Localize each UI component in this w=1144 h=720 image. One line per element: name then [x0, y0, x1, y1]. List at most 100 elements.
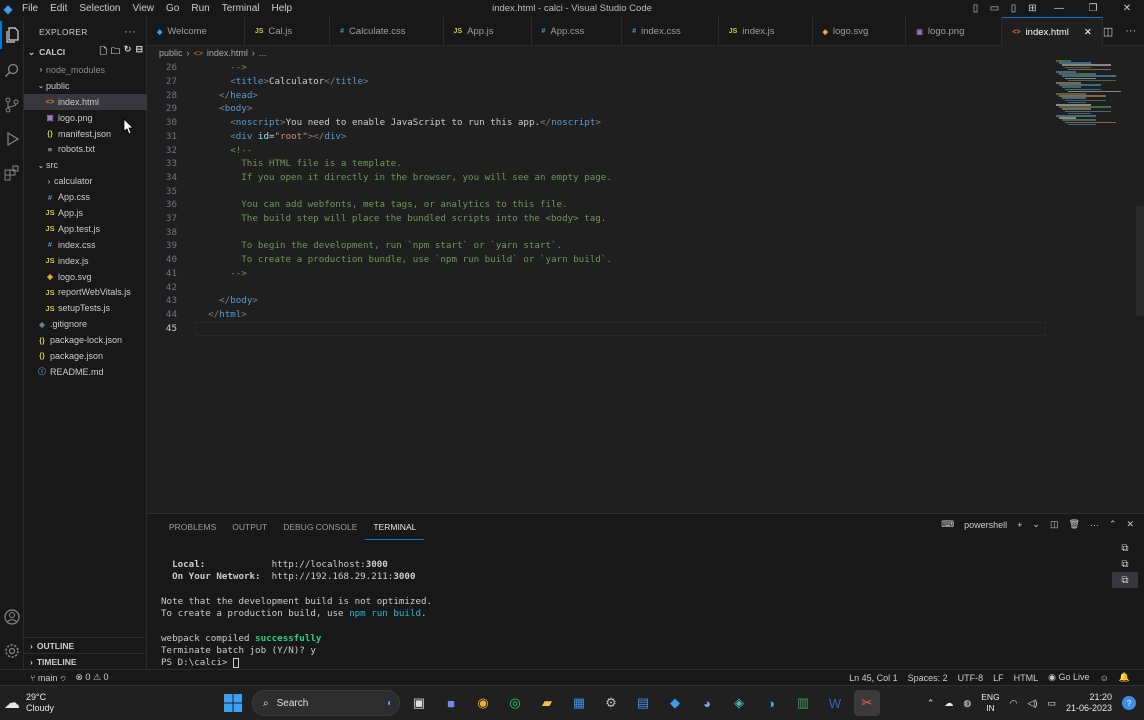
terminal-instance-icon[interactable]: ⧉ — [1112, 572, 1138, 588]
new-folder-icon[interactable]: 🗀 — [111, 44, 120, 60]
tree-item-index-css[interactable]: # index.css — [24, 237, 147, 253]
source-control-icon[interactable] — [0, 91, 24, 119]
more-actions-icon[interactable]: ··· — [124, 26, 136, 38]
tab-logo-png[interactable]: ▣ logo.png — [906, 17, 1003, 46]
maximize-panel-icon[interactable]: ⌃ — [1109, 519, 1117, 530]
taskbar-search[interactable]: ⌕ Search ◐ — [252, 690, 400, 716]
edge-icon[interactable]: ◑ — [758, 690, 784, 716]
menu-item-selection[interactable]: Selection — [73, 3, 126, 14]
tree-item-package-json[interactable]: {} package.json — [24, 348, 147, 364]
word-icon[interactable]: W — [822, 690, 848, 716]
chevron-down-icon[interactable]: ⌄ — [1032, 519, 1040, 530]
problems-indicator[interactable]: ⊗ 0 ⚠ 0 — [75, 672, 108, 683]
more-actions-icon[interactable]: ··· — [1090, 520, 1099, 530]
store-icon[interactable]: ▤ — [630, 690, 656, 716]
toggle-panel-icon[interactable]: ▭ — [985, 3, 1004, 14]
tree-item-readme-md[interactable]: ⓘ README.md — [24, 364, 147, 380]
chevron-up-icon[interactable]: ⌃ — [927, 698, 935, 709]
settings-gear-icon[interactable] — [0, 637, 24, 665]
settings-icon[interactable]: ⚙ — [598, 690, 624, 716]
search-icon[interactable] — [0, 57, 24, 85]
notepad-icon[interactable]: ▥ — [790, 690, 816, 716]
language-mode[interactable]: HTML — [1014, 673, 1039, 683]
clock[interactable]: 21:20 21-06-2023 — [1066, 692, 1112, 714]
tree-item-logo-svg[interactable]: ◈ logo.svg — [24, 269, 147, 285]
new-file-icon[interactable]: 🗋 — [100, 44, 107, 60]
panel-tab-problems[interactable]: PROBLEMS — [161, 514, 224, 540]
breadcrumb-folder[interactable]: public — [159, 48, 183, 58]
wifi-icon[interactable]: ◠ — [1010, 698, 1018, 709]
terminal-instance-icon[interactable]: ⧉ — [1112, 540, 1138, 556]
tree-item-node-modules[interactable]: › node_modules — [24, 62, 147, 78]
end-of-line[interactable]: LF — [993, 673, 1004, 683]
indentation[interactable]: Spaces: 2 — [908, 673, 948, 683]
help-icon[interactable]: ? — [1122, 696, 1136, 710]
tree-item-app-css[interactable]: # App.css — [24, 189, 147, 205]
split-editor-icon[interactable]: ◫ — [1103, 25, 1113, 38]
close-window-button[interactable]: ✕ — [1110, 3, 1144, 14]
tree-item-setuptests-js[interactable]: JS setupTests.js — [24, 300, 147, 316]
vscode-taskbar-icon[interactable]: ◆ — [662, 690, 688, 716]
breadcrumb-file[interactable]: index.html — [207, 48, 248, 58]
toggle-secondary-sidebar-icon[interactable]: ▯ — [1004, 3, 1023, 14]
notifications-icon[interactable]: 🔔 — [1119, 672, 1130, 683]
tree-item-robots-txt[interactable]: ≡ robots.txt — [24, 141, 147, 157]
calendar-app-icon[interactable]: ▦ — [566, 690, 592, 716]
git-branch[interactable]: ⑂ main ⟲ — [30, 673, 65, 683]
close-tab-icon[interactable]: ✕ — [1084, 27, 1092, 38]
discord-icon[interactable]: ◕ — [694, 690, 720, 716]
refresh-icon[interactable]: ↻ — [124, 44, 132, 60]
run-debug-icon[interactable] — [0, 125, 24, 153]
tree-item-calculator[interactable]: › calculator — [24, 173, 147, 189]
toggle-primary-sidebar-icon[interactable]: ▯ — [966, 3, 985, 14]
collapse-all-icon[interactable]: ⊟ — [135, 44, 143, 60]
whatsapp-icon[interactable]: ◎ — [502, 690, 528, 716]
weather-widget[interactable]: ☁ 29°C Cloudy — [0, 692, 220, 714]
menu-item-terminal[interactable]: Terminal — [216, 3, 266, 14]
tab-welcome[interactable]: ◆ Welcome — [147, 17, 245, 46]
accounts-icon[interactable] — [0, 603, 24, 631]
tree-item-src[interactable]: ⌄ src — [24, 157, 147, 173]
project-header[interactable]: ⌄ CALCI 🗋 🗀 ↻ ⊟ — [24, 44, 147, 60]
tab-app-css[interactable]: # App.css — [532, 17, 623, 46]
tree-item-index-html[interactable]: <> index.html — [24, 93, 147, 110]
kill-terminal-icon[interactable]: 🗑 — [1068, 519, 1079, 530]
tab-index-css[interactable]: # index.css — [622, 17, 719, 46]
chrome-icon[interactable]: ◉ — [470, 690, 496, 716]
task-view-icon[interactable]: ▣ — [406, 690, 432, 716]
menu-item-file[interactable]: File — [16, 3, 44, 14]
feedback-icon[interactable]: ☺ — [1100, 673, 1109, 683]
tab-calculate-css[interactable]: # Calculate.css — [330, 17, 444, 46]
windows-start-icon[interactable] — [220, 690, 246, 716]
breadcrumb-symbol[interactable]: ... — [259, 48, 267, 58]
close-panel-icon[interactable]: ✕ — [1126, 519, 1134, 530]
snipping-tool-icon[interactable]: ✂ — [854, 690, 880, 716]
code-editor[interactable]: 26 --> 27 <title>Calculator</title> 28 </h… — [147, 60, 1144, 513]
minimap[interactable] — [1056, 60, 1124, 130]
panel-tab-output[interactable]: OUTPUT — [224, 514, 275, 540]
more-actions-icon[interactable]: ··· — [1125, 25, 1136, 37]
panel-tab-debug-console[interactable]: DEBUG CONSOLE — [275, 514, 365, 540]
tree-item-public[interactable]: ⌄ public — [24, 78, 147, 94]
tab-index-html[interactable]: <> index.html ✕ — [1002, 17, 1103, 46]
cursor-position[interactable]: Ln 45, Col 1 — [849, 673, 898, 683]
onedrive-icon[interactable]: ☁ — [944, 698, 953, 709]
terminal-instance-icon[interactable]: ⧉ — [1112, 556, 1138, 572]
tree-item--gitignore[interactable]: ◆ .gitignore — [24, 316, 147, 332]
extensions-icon[interactable] — [0, 159, 24, 187]
split-terminal-icon[interactable]: ◫ — [1050, 519, 1059, 530]
language-indicator[interactable]: ENG IN — [981, 692, 999, 714]
tree-item-app-test-js[interactable]: JS App.test.js — [24, 221, 147, 237]
customize-layout-icon[interactable]: ⊞ — [1023, 3, 1042, 14]
minimize-button[interactable]: — — [1042, 3, 1076, 14]
timeline-section[interactable]: › TIMELINE — [24, 653, 147, 669]
tree-item-index-js[interactable]: JS index.js — [24, 253, 147, 269]
menu-item-view[interactable]: View — [127, 3, 161, 14]
menu-item-help[interactable]: Help — [266, 3, 299, 14]
volume-icon[interactable]: ◁) — [1028, 698, 1038, 709]
editor-scrollbar[interactable] — [1136, 206, 1144, 316]
tab-index-js[interactable]: JS index.js — [719, 17, 813, 46]
tab-cal-js[interactable]: JS Cal.js — [245, 17, 331, 46]
menu-item-go[interactable]: Go — [160, 3, 185, 14]
file-explorer-icon[interactable]: ▰ — [534, 690, 560, 716]
